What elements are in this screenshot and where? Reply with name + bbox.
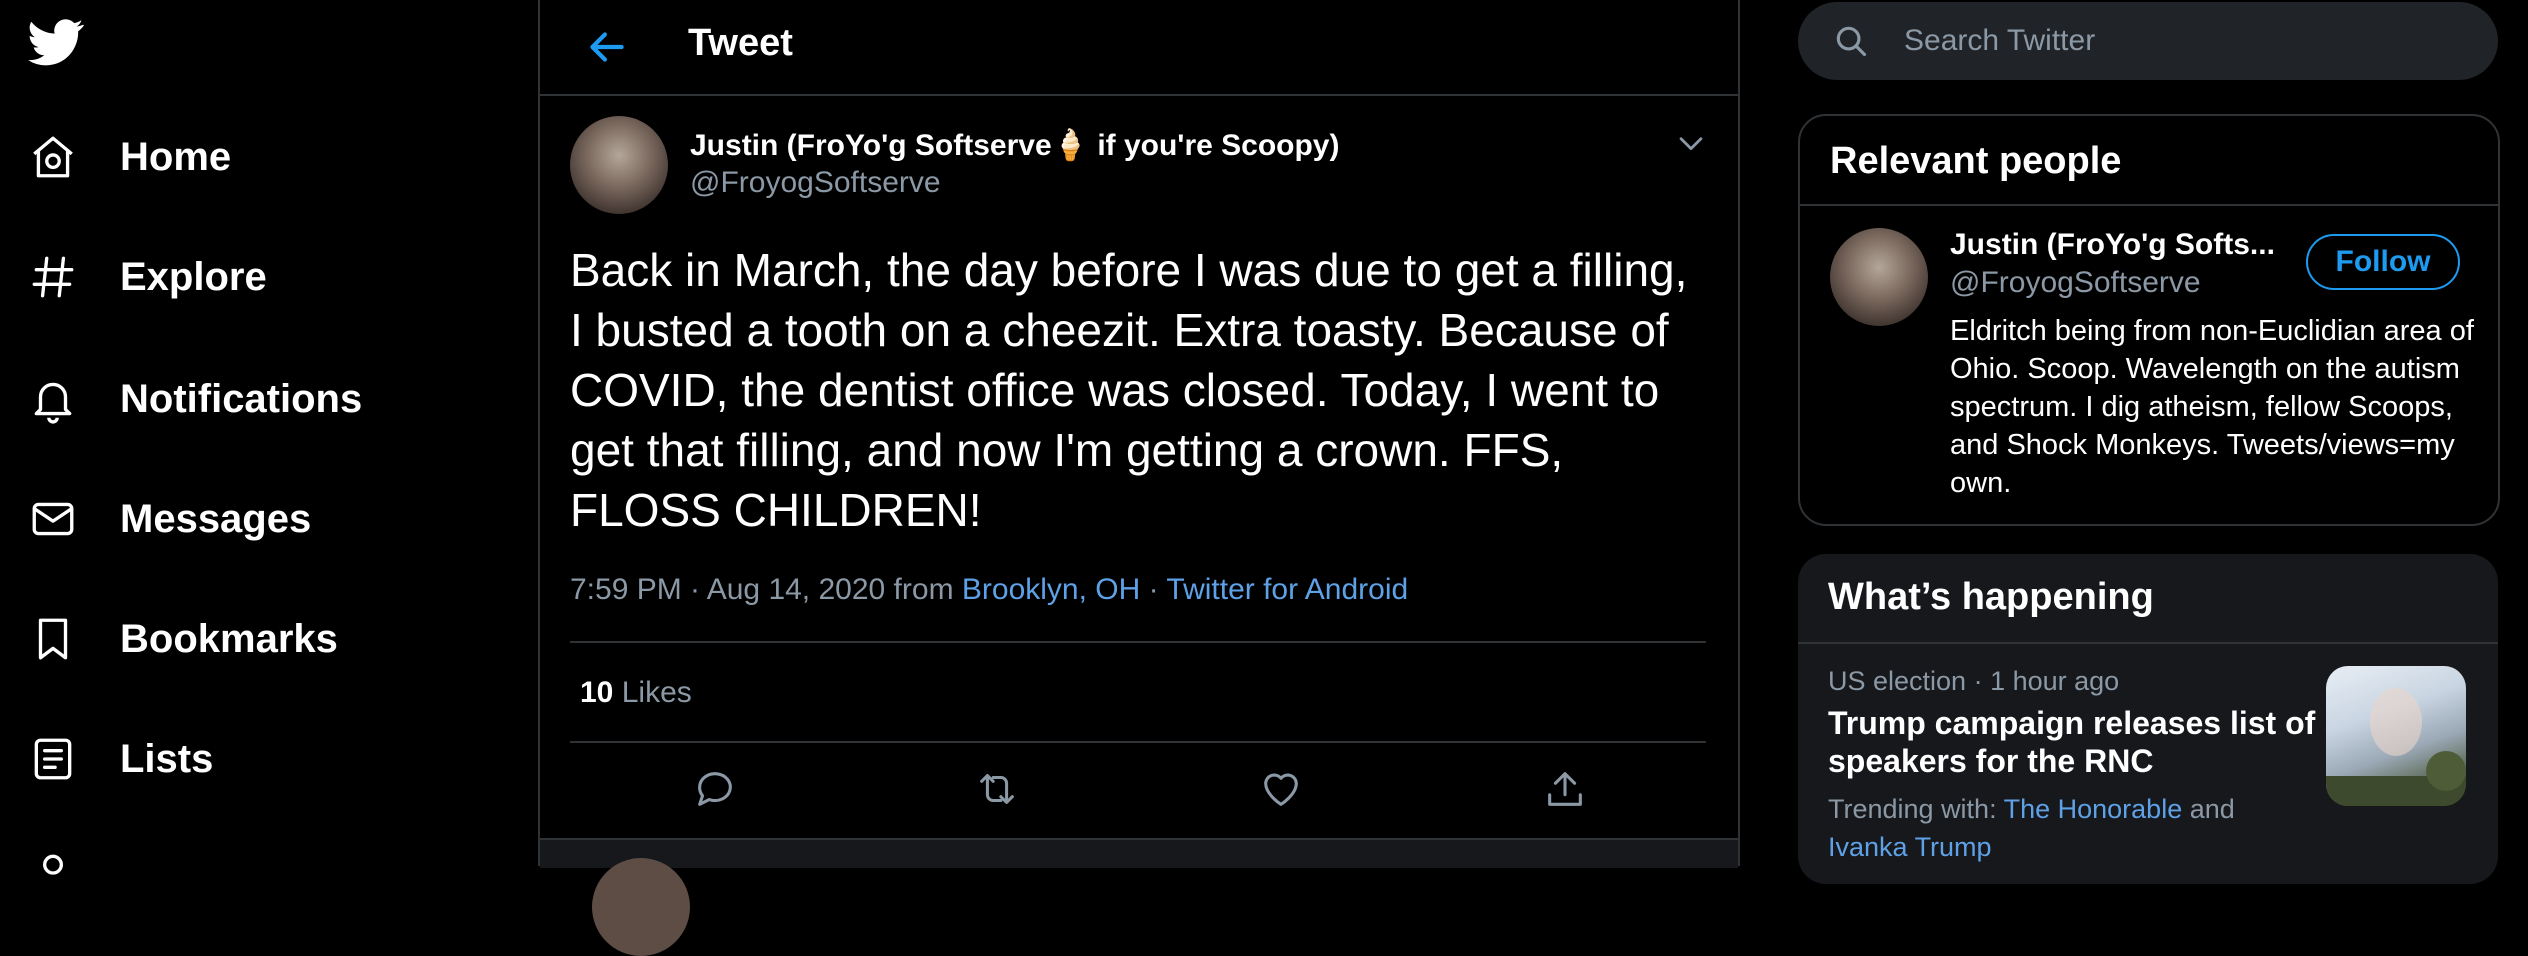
- whats-happening-card: What’s happening US election · 1 hour ag…: [1798, 554, 2498, 884]
- next-tweet[interactable]: [540, 838, 1738, 956]
- list-icon: [28, 734, 78, 784]
- avatar[interactable]: [592, 858, 690, 956]
- divider: [1798, 642, 2498, 644]
- nav-item-home[interactable]: Home: [28, 122, 231, 192]
- profile-icon[interactable]: [28, 848, 78, 898]
- nav-label: Bookmarks: [120, 616, 338, 661]
- nav-label: Notifications: [120, 376, 363, 421]
- left-sidebar: Home Explore Notifications Messages Book…: [0, 0, 538, 875]
- avatar[interactable]: [570, 116, 668, 214]
- location-link[interactable]: Brooklyn, OH: [962, 573, 1140, 606]
- nav-item-explore[interactable]: Explore: [28, 242, 267, 312]
- main-column: Tweet Justin (FroYo'g Softserve🍦 if you'…: [538, 0, 1740, 956]
- tweet-timestamp[interactable]: 7:59 PM · Aug 14, 2020 from: [570, 573, 962, 606]
- bookmark-icon: [28, 614, 78, 664]
- trending-with-and: and: [2182, 794, 2235, 824]
- trend-context: US election · 1 hour ago: [1828, 666, 2120, 696]
- card-title: What’s happening: [1828, 576, 2154, 618]
- home-icon: [28, 132, 78, 182]
- bell-icon: [28, 374, 78, 424]
- chevron-down-icon[interactable]: [1674, 126, 1708, 160]
- relevant-people-card: Relevant people Justin (FroYo'g Softs...…: [1798, 114, 2500, 526]
- trending-with: Trending with: The Honorable and Ivanka T…: [1828, 790, 2328, 866]
- right-sidebar: Relevant people Justin (FroYo'g Softs...…: [1736, 0, 2528, 884]
- source-link[interactable]: Twitter for Android: [1166, 573, 1408, 606]
- card-title: Relevant people: [1830, 140, 2122, 182]
- divider: [1800, 204, 2498, 206]
- tweet-meta: 7:59 PM · Aug 14, 2020 from Brooklyn, OH…: [570, 573, 1408, 607]
- page-header: Tweet: [540, 0, 1738, 96]
- nav-label: Lists: [120, 736, 214, 781]
- page-title: Tweet: [688, 22, 793, 64]
- trend-title[interactable]: Trump campaign releases list of speakers…: [1828, 704, 2318, 780]
- likes-label: Likes: [621, 676, 692, 709]
- search-input[interactable]: [1902, 23, 2466, 59]
- nav-label: Explore: [120, 254, 267, 299]
- reply-icon[interactable]: [692, 766, 738, 812]
- likes-count[interactable]: 10 Likes: [580, 676, 692, 710]
- meta-separator: ·: [1140, 573, 1167, 606]
- divider: [570, 741, 1706, 743]
- nav-label: Messages: [120, 496, 312, 541]
- divider: [570, 641, 1706, 643]
- person-bio: Eldritch being from non-Euclidian area o…: [1950, 315, 2474, 499]
- nav-label: Home: [120, 134, 232, 179]
- heart-icon[interactable]: [1258, 766, 1304, 812]
- trend-thumbnail[interactable]: [2326, 666, 2466, 806]
- hashtag-icon: [28, 252, 78, 302]
- person-name[interactable]: Justin (FroYo'g Softs...: [1950, 228, 2290, 262]
- author-name[interactable]: Justin (FroYo'g Softserve🍦 if you're Sco…: [690, 128, 1339, 163]
- envelope-icon: [28, 494, 78, 544]
- follow-button[interactable]: Follow: [2306, 234, 2460, 290]
- twitter-logo-icon[interactable]: [28, 14, 84, 70]
- nav-item-notifications[interactable]: Notifications: [28, 364, 362, 434]
- nav-item-bookmarks[interactable]: Bookmarks: [28, 604, 338, 674]
- search-bar[interactable]: [1798, 2, 2498, 80]
- avatar[interactable]: [1830, 228, 1928, 326]
- retweet-icon[interactable]: [974, 766, 1020, 812]
- nav-item-lists[interactable]: Lists: [28, 724, 213, 794]
- person-handle[interactable]: @FroyogSoftserve: [1950, 266, 2201, 300]
- nav-item-messages[interactable]: Messages: [28, 484, 311, 554]
- tweet-text: Back in March, the day before I was due …: [570, 244, 1688, 536]
- likes-number: 10: [580, 676, 614, 709]
- share-icon[interactable]: [1542, 766, 1588, 812]
- search-icon: [1832, 22, 1870, 60]
- author-handle[interactable]: @FroyogSoftserve: [690, 166, 941, 200]
- trend-link[interactable]: Ivanka Trump: [1828, 832, 1992, 862]
- trend-link[interactable]: The Honorable: [2004, 794, 2183, 824]
- trending-with-label: Trending with:: [1828, 794, 2004, 824]
- back-arrow-icon[interactable]: [582, 22, 632, 72]
